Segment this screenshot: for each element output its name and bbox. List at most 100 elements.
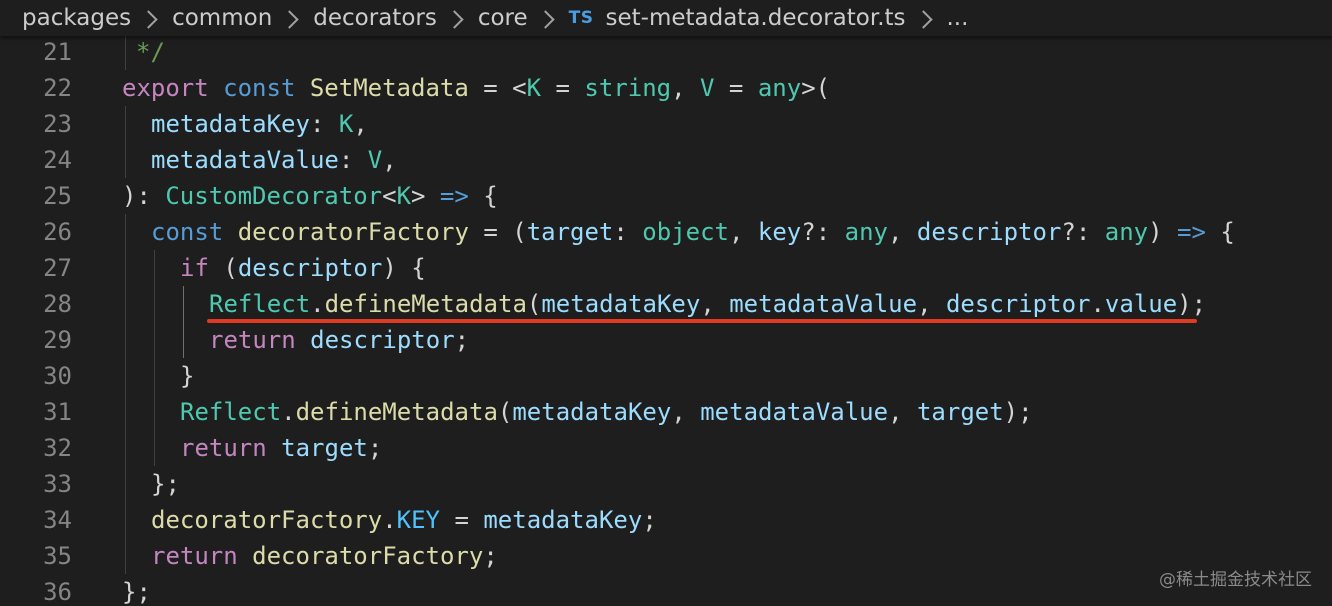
code-text: Reflect.defineMetadata(metadataKey, meta… (209, 286, 1206, 322)
code-line[interactable]: 30} (0, 358, 1332, 394)
line-number: 23 (43, 110, 72, 138)
typescript-file-icon: TS (568, 8, 594, 28)
code-text: return descriptor; (209, 322, 469, 358)
code-token: metadataKey (512, 398, 672, 426)
indent-guide (154, 358, 155, 394)
code-line[interactable]: 23 metadataKey: K, (0, 106, 1332, 142)
indent-guide (183, 322, 184, 358)
code-token: = < (468, 74, 527, 102)
breadcrumb-item-core[interactable]: core (478, 5, 528, 31)
code-editor[interactable]: 21 */22 export const SetMetadata = <K = st… (0, 34, 1332, 606)
code-token: , (888, 398, 917, 426)
breadcrumb-overflow[interactable]: ... (947, 5, 969, 31)
code-line[interactable]: 32 return target; (0, 430, 1332, 466)
code-token: , (729, 218, 758, 246)
line-number: 36 (43, 578, 72, 606)
code-token: ; (642, 506, 657, 534)
breadcrumb-item-file[interactable]: set-metadata.decorator.ts (606, 5, 906, 31)
code-line[interactable]: 29 return descriptor; (0, 322, 1332, 358)
indent-guide (125, 394, 126, 430)
code-text: metadataKey: K, (151, 106, 368, 142)
code-token: value (1104, 290, 1178, 318)
code-text: return decoratorFactory; (151, 538, 498, 574)
line-number: 29 (43, 326, 72, 354)
code-text: decoratorFactory.KEY = metadataKey; (151, 502, 657, 538)
code-token: , (671, 398, 701, 426)
code-token: ( (208, 254, 238, 282)
code-token: K (396, 182, 412, 210)
code-token: object (642, 218, 729, 246)
code-token: SetMetadata (309, 74, 469, 102)
indent-guide (125, 34, 126, 70)
code-token: return (151, 542, 238, 570)
code-line[interactable]: 35 return decoratorFactory; (0, 538, 1332, 574)
code-token: , (353, 110, 368, 138)
breadcrumb-item-common[interactable]: common (172, 5, 272, 31)
code-line[interactable]: 36}; (0, 574, 1332, 606)
code-line[interactable]: 22 export const SetMetadata = <K = string… (0, 70, 1332, 106)
code-line[interactable]: 34 decoratorFactory.KEY = metadataKey; (0, 502, 1332, 538)
code-line[interactable]: 27 if (descriptor) { (0, 250, 1332, 286)
code-token: metadataValue (700, 398, 889, 426)
code-token: ( (526, 290, 542, 318)
code-token: key (757, 218, 802, 246)
code-line[interactable]: 25): CustomDecorator<K> => { (0, 178, 1332, 214)
chevron-right-icon (913, 9, 933, 29)
code-token: } (180, 362, 195, 390)
line-number: 27 (43, 254, 72, 282)
code-token: ; (483, 542, 498, 570)
chevron-right-icon (139, 9, 158, 29)
code-line[interactable]: 33}; (0, 466, 1332, 502)
code-token: Reflect (180, 398, 282, 426)
code-token: . (382, 506, 397, 534)
code-line[interactable]: 26 const decoratorFactory = (target: obje… (0, 214, 1332, 250)
code-token: ?: (801, 218, 845, 246)
code-line[interactable]: 28 Reflect.defineMetadata(metadataKey, me… (0, 286, 1332, 322)
code-token: metadataValue (151, 146, 339, 174)
line-number: 30 (43, 362, 72, 390)
code-token: metadataKey (151, 110, 310, 138)
breadcrumb-item-decorators[interactable]: decorators (313, 5, 437, 31)
line-number: 31 (43, 398, 72, 426)
code-token: decoratorFactory (151, 506, 383, 534)
line-number: 32 (43, 434, 72, 462)
code-line[interactable]: 31 Reflect.defineMetadata(metadataKey, me… (0, 394, 1332, 430)
code-text: return target; (180, 430, 382, 466)
code-token: metadataKey (541, 290, 701, 318)
code-text: */ (136, 34, 165, 70)
code-line[interactable]: 24 metadataValue: V, (0, 142, 1332, 178)
code-token: Reflect (209, 290, 311, 318)
code-line[interactable]: 21 */ (0, 34, 1332, 70)
code-token: = (541, 74, 585, 102)
code-token: { (468, 182, 498, 210)
indent-guide (183, 286, 184, 322)
code-token: ) { (382, 254, 426, 282)
code-text: }; (122, 574, 151, 606)
code-text: if (descriptor) { (180, 250, 426, 286)
code-token: ; (454, 326, 470, 354)
code-token: => (439, 182, 469, 210)
breadcrumb-item-packages[interactable]: packages (22, 5, 131, 31)
code-token: , (887, 218, 917, 246)
indent-guide (154, 430, 155, 466)
line-number: 35 (43, 542, 72, 570)
code-token: export (122, 74, 209, 102)
code-token: CustomDecorator (165, 182, 383, 210)
code-token: descriptor (916, 218, 1062, 246)
code-token: KEY (396, 506, 440, 534)
indent-guide (125, 106, 126, 142)
code-token: , (671, 74, 701, 102)
code-token: if (180, 254, 209, 282)
code-token: { (1205, 218, 1235, 246)
code-token: decoratorFactory (252, 542, 484, 570)
indent-guide (154, 322, 155, 358)
code-token: defineMetadata (295, 398, 498, 426)
indent-guide (125, 142, 126, 178)
code-token: return (180, 434, 267, 462)
code-text: }; (151, 466, 180, 502)
breadcrumb: packages common decorators core TS set-m… (0, 0, 1332, 36)
indent-guide (125, 466, 126, 502)
code-token: >( (801, 74, 831, 102)
